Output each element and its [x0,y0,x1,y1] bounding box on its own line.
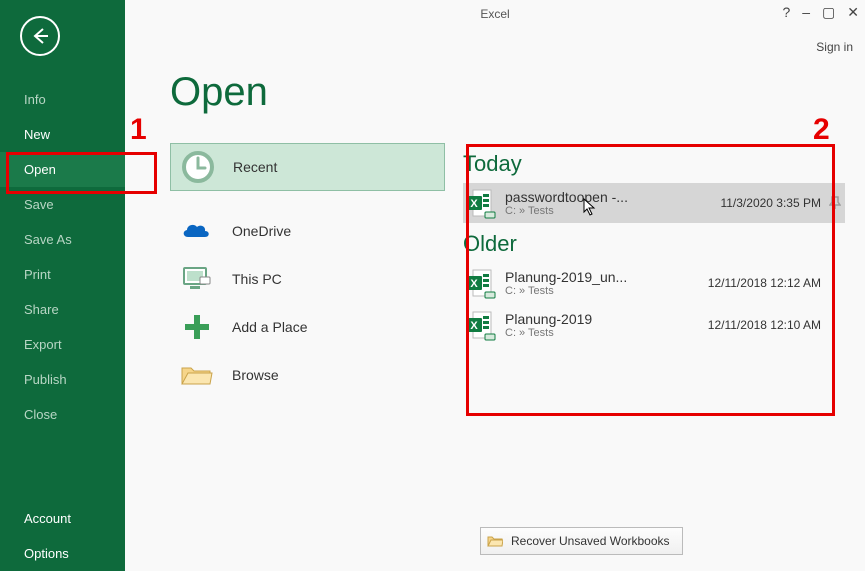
main-panel: Open Recent OneDrive [125,0,865,571]
group-older: Older [463,231,845,257]
sidebar-items: Info New Open Save Save As Print Share E… [0,82,125,432]
recent-file[interactable]: X Planung-2019 C: » Tests 12/11/2018 12:… [463,305,845,345]
svg-text:X: X [470,198,478,210]
group-today: Today [463,151,845,177]
file-name: passwordtoopen -... [505,189,655,205]
folder-icon [180,358,214,392]
sidebar-item-open[interactable]: Open [0,152,125,187]
sidebar-item-export[interactable]: Export [0,327,125,362]
place-label: This PC [232,271,282,287]
place-add[interactable]: Add a Place [170,303,445,351]
sidebar-item-close[interactable]: Close [0,397,125,432]
sidebar-item-account[interactable]: Account [0,501,125,536]
file-date: 11/3/2020 3:35 PM [720,196,845,210]
sidebar-item-share[interactable]: Share [0,292,125,327]
pin-icon[interactable] [829,196,841,215]
place-label: OneDrive [232,223,291,239]
open-columns: Recent OneDrive This PC [170,143,845,563]
file-name: Planung-2019 [505,311,655,327]
recover-label: Recover Unsaved Workbooks [511,534,670,548]
recent-file[interactable]: X passwordtoopen -... C: » Tests 11/3/20… [463,183,845,223]
svg-text:X: X [470,278,478,290]
sidebar-item-print[interactable]: Print [0,257,125,292]
excel-file-icon: X [463,266,497,300]
places-list: Recent OneDrive This PC [170,143,445,563]
file-path: C: » Tests [505,205,720,217]
place-onedrive[interactable]: OneDrive [170,207,445,255]
file-text: Planung-2019_un... C: » Tests [505,269,708,297]
file-path: C: » Tests [505,285,708,297]
sidebar-item-publish[interactable]: Publish [0,362,125,397]
computer-icon [180,262,214,296]
recent-panel: Today X passwordtoopen -... C: » Tests 1… [445,143,845,563]
place-recent[interactable]: Recent [170,143,445,191]
excel-file-icon: X [463,186,497,220]
place-thispc[interactable]: This PC [170,255,445,303]
sidebar-item-saveas[interactable]: Save As [0,222,125,257]
folder-icon [487,534,503,548]
sidebar-item-info[interactable]: Info [0,82,125,117]
place-label: Add a Place [232,319,308,335]
file-path: C: » Tests [505,327,708,339]
file-text: Planung-2019 C: » Tests [505,311,708,339]
backstage-window: Excel ? – ▢ ✕ Sign in Info New Open Save… [0,0,865,571]
page-title: Open [170,70,845,115]
back-arrow-icon [30,26,50,46]
backstage-sidebar: Info New Open Save Save As Print Share E… [0,0,125,571]
sidebar-item-new[interactable]: New [0,117,125,152]
clock-icon [181,150,215,184]
sidebar-item-options[interactable]: Options [0,536,125,571]
svg-text:X: X [470,320,478,332]
onedrive-icon [180,214,214,248]
file-date: 12/11/2018 12:12 AM [708,276,845,290]
back-button[interactable] [20,16,60,56]
recent-file[interactable]: X Planung-2019_un... C: » Tests 12/11/20… [463,263,845,303]
sidebar-item-save[interactable]: Save [0,187,125,222]
add-icon [180,310,214,344]
file-name: Planung-2019_un... [505,269,655,285]
recover-unsaved-button[interactable]: Recover Unsaved Workbooks [480,527,683,555]
place-label: Browse [232,367,279,383]
file-text: passwordtoopen -... C: » Tests [505,189,720,217]
sidebar-bottom-items: Account Options [0,501,125,571]
place-label: Recent [233,159,277,175]
place-browse[interactable]: Browse [170,351,445,399]
file-date: 12/11/2018 12:10 AM [708,318,845,332]
excel-file-icon: X [463,308,497,342]
